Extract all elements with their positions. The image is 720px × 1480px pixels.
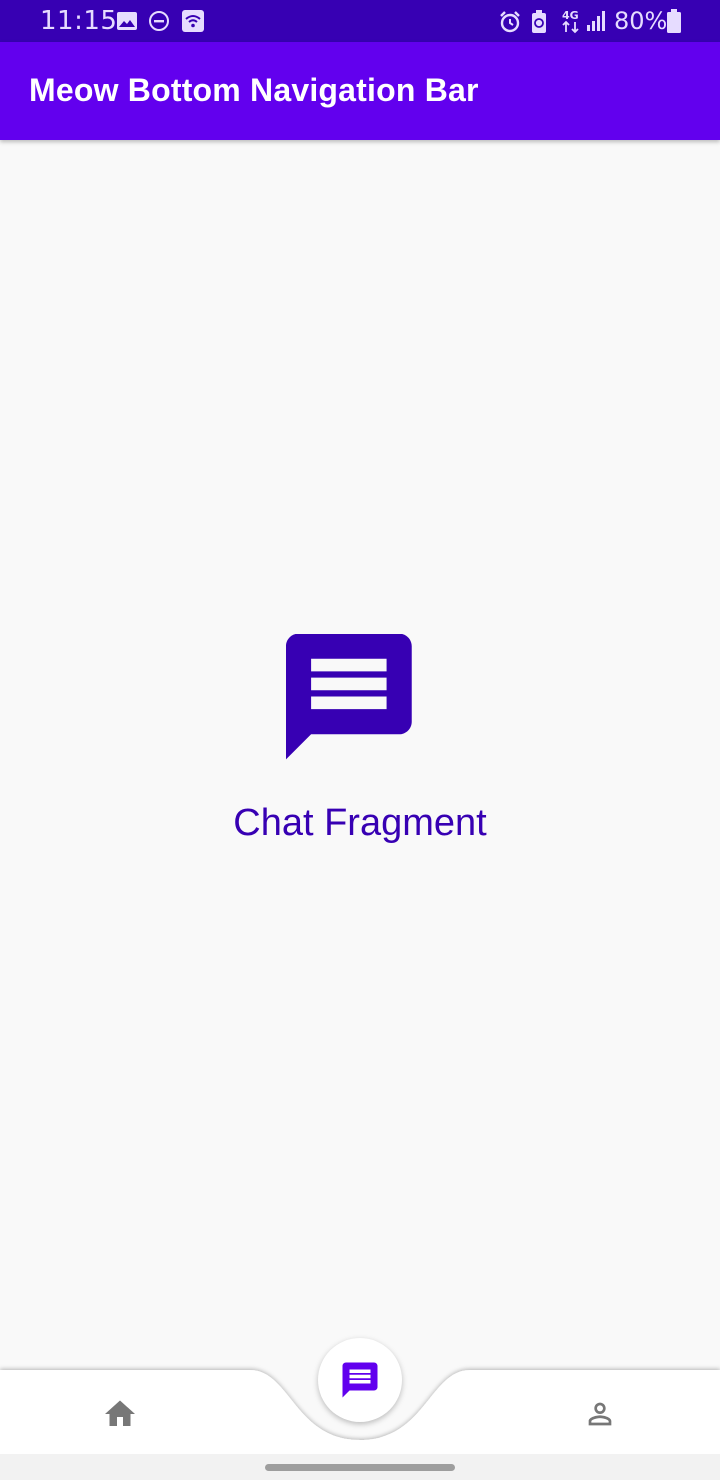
battery-saver-icon (530, 10, 548, 39)
chat-icon (339, 1359, 381, 1406)
image-icon (116, 10, 138, 37)
network-4g-icon: 4G (560, 8, 582, 39)
nav-chat-button[interactable] (318, 1338, 402, 1422)
status-time: 11:15 (40, 6, 118, 36)
bottom-navigation (0, 1338, 720, 1454)
status-bar: 11:15 4G 80% (0, 0, 720, 42)
fragment-label: Chat Fragment (233, 802, 487, 844)
nav-home-button[interactable] (102, 1396, 138, 1437)
app-bar: Meow Bottom Navigation Bar (0, 42, 720, 140)
do-not-disturb-icon (148, 10, 170, 37)
person-icon (588, 1402, 612, 1426)
battery-percent: 80% (614, 7, 668, 35)
battery-icon (667, 9, 681, 38)
screen: 11:15 4G 80% Meow Bottom Navigation Bar … (0, 0, 720, 1480)
svg-text:4G: 4G (562, 9, 579, 22)
app-title: Meow Bottom Navigation Bar (29, 72, 479, 108)
fragment-content: Chat Fragment (0, 140, 720, 1368)
nav-profile-button[interactable] (583, 1397, 617, 1436)
signal-icon (586, 10, 608, 37)
home-icon (105, 1400, 135, 1426)
gesture-handle[interactable] (265, 1464, 455, 1471)
chat-icon (285, 633, 434, 787)
system-gesture-area (0, 1454, 720, 1480)
wifi-calling-icon (182, 10, 204, 37)
alarm-icon (498, 10, 522, 39)
